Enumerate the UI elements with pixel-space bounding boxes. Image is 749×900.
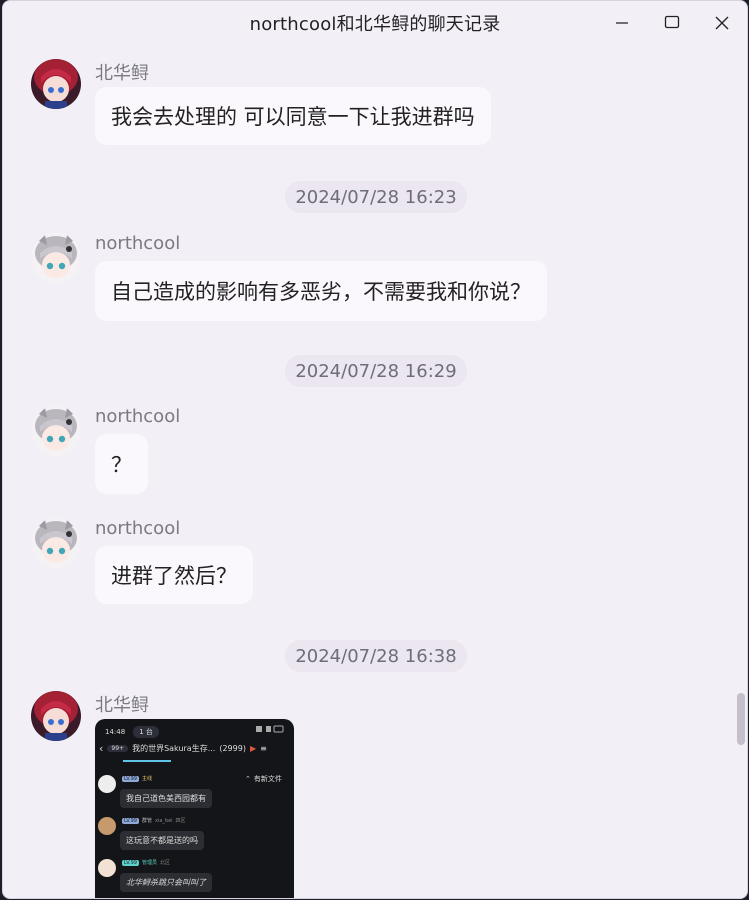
timestamp-divider: 2024/07/28 16:29 [285, 355, 467, 387]
sender-name: northcool [95, 233, 181, 254]
maximize-button[interactable] [647, 1, 697, 45]
avatar[interactable] [31, 406, 81, 456]
avatar-red-hair-icon [31, 59, 81, 109]
phone-time: 14:48 [105, 728, 126, 736]
message-bubble[interactable]: 自己造成的影响有多恶劣，不需要我和你说？ [95, 261, 547, 321]
fire-icon: ▶ [249, 744, 257, 753]
chat-bubble: 北华鲟杀跳只会叫叫了 [120, 873, 212, 892]
window-title: northcool和北华鲟的聊天记录 [249, 14, 501, 35]
window-controls [597, 1, 747, 45]
phone-status-bar: 14:48 1 台 [105, 726, 159, 738]
chat-sender-line: LV.99 管理员 北区 [122, 859, 170, 866]
avatar[interactable] [31, 518, 81, 568]
chat-sender-extra: 四区 [175, 818, 186, 824]
menu-icon: ≡ [260, 744, 267, 753]
minimize-icon [616, 22, 628, 24]
message-list[interactable]: 北华鲟 我会去处理的 可以同意一下让我进群吗 2024/07/28 16:23 … [3, 45, 747, 898]
chat-bubble: 这玩意不都是送的吗 [120, 831, 204, 850]
phone-status-badge: 1 台 [133, 726, 159, 738]
avatar[interactable] [31, 691, 81, 741]
sender-name: northcool [95, 406, 181, 427]
battery-icon [256, 725, 284, 733]
member-count: (2999) [219, 744, 246, 753]
avatar-silver-hair-icon [31, 518, 81, 568]
minimize-button[interactable] [597, 1, 647, 45]
phone-status-icons [254, 725, 284, 733]
chat-avatar [98, 817, 116, 835]
chat-sender: 管理员 [141, 860, 157, 866]
avatar-silver-hair-icon [31, 406, 81, 456]
message-bubble[interactable]: 进群了然后？ [95, 546, 253, 604]
level-tag: LV.99 [122, 817, 139, 824]
avatar-silver-hair-icon [31, 233, 81, 283]
chat-sender: 群管 [141, 818, 152, 824]
chat-bubble: 我自己道色美西园都有 [120, 789, 212, 808]
message-bubble[interactable]: 我会去处理的 可以同意一下让我进群吗 [95, 87, 491, 145]
sender-name: 北华鲟 [95, 63, 149, 84]
chat-sender-line: LV.99 主线 [122, 775, 152, 782]
sender-name: 北华鲟 [95, 695, 149, 716]
tab-indicator [123, 760, 171, 762]
image-message[interactable]: 14:48 1 台 ‹ 99+ 我的世界Sakura生存... (2999) ▶… [95, 719, 294, 898]
close-icon [715, 16, 729, 30]
level-tag: LV.99 [122, 775, 139, 782]
maximize-icon [664, 15, 680, 29]
avatar-red-hair-icon [31, 691, 81, 741]
chevron-up-icon: ⌃ [245, 775, 251, 783]
chat-avatar [98, 859, 116, 877]
chat-sender-sub: 北区 [159, 860, 170, 866]
avatar[interactable] [31, 59, 81, 109]
back-count: 99+ [107, 745, 129, 752]
sender-name: northcool [95, 518, 181, 539]
chat-sender: 主线 [141, 776, 152, 782]
avatar[interactable] [31, 233, 81, 283]
close-button[interactable] [697, 1, 747, 45]
new-file-notice: ⌃ 有新文件 [245, 774, 282, 784]
new-file-label: 有新文件 [253, 775, 282, 783]
group-name: 我的世界Sakura生存... [132, 744, 216, 753]
chat-sender-line: LV.99 群管 xia_bei 四区 [122, 817, 186, 824]
back-chevron-icon: ‹ [99, 742, 104, 755]
chat-sender-sub: xia_bei [154, 817, 173, 824]
timestamp-divider: 2024/07/28 16:38 [285, 640, 467, 672]
message-bubble[interactable]: ？ [95, 434, 148, 494]
chat-window: northcool和北华鲟的聊天记录 北华鲟 我会去处理的 可以同意一下让我进群… [2, 0, 748, 899]
chat-avatar [98, 775, 116, 793]
group-header: ‹ 99+ 我的世界Sakura生存... (2999) ▶ ≡ [99, 742, 267, 755]
scrollbar-thumb[interactable] [737, 693, 745, 745]
level-tag: LV.99 [122, 859, 139, 866]
timestamp-divider: 2024/07/28 16:23 [285, 181, 467, 213]
title-bar: northcool和北华鲟的聊天记录 [3, 1, 747, 45]
